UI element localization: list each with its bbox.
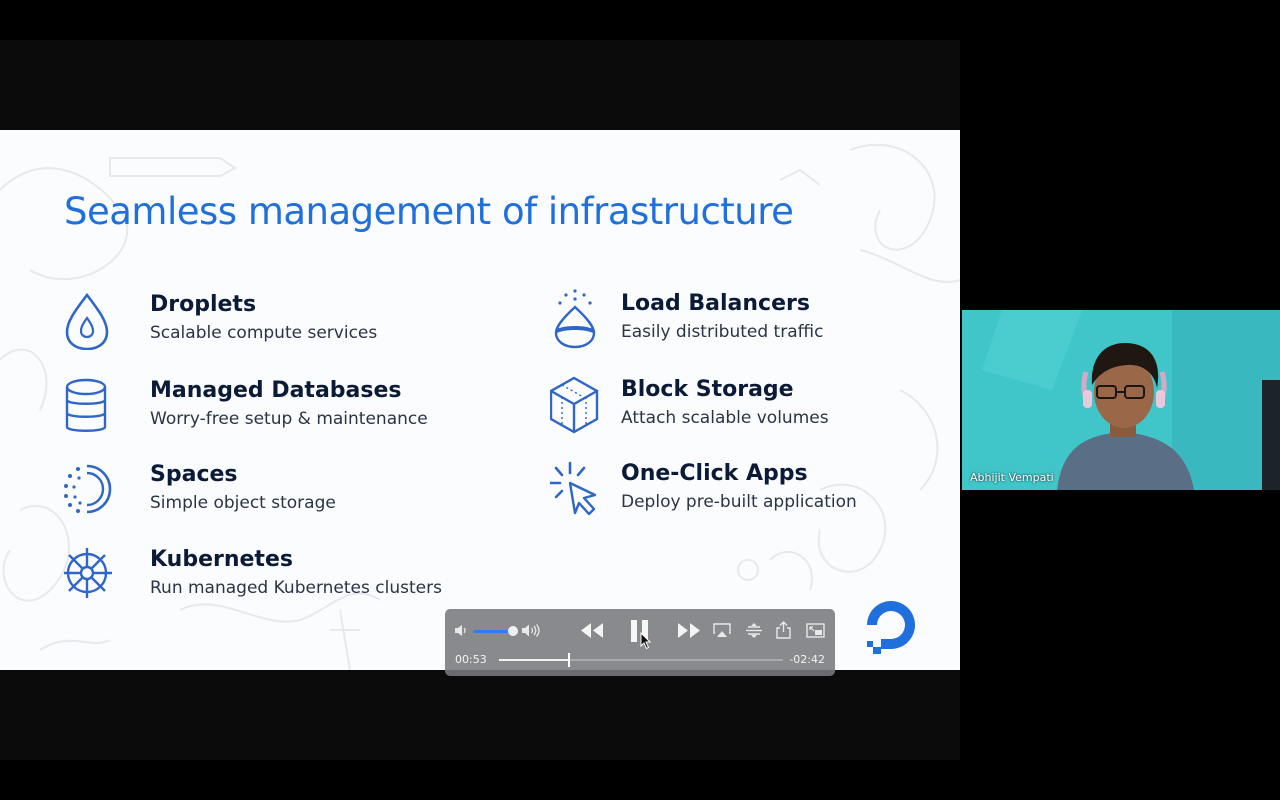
presentation-slide: Seamless management of infrastructure Dr… <box>0 130 960 670</box>
feature-description: Deploy pre-built application <box>621 492 857 512</box>
feature-name: Spaces <box>150 462 238 487</box>
resize-icon[interactable] <box>745 623 763 638</box>
volume-knob[interactable] <box>508 626 518 636</box>
feature-load-balancers: Load Balancers Easily distributed traffi… <box>550 289 930 351</box>
feature-spaces: Spaces Simple object storage <box>64 460 444 522</box>
spaces-icon <box>64 464 112 514</box>
feature-description: Worry-free setup & maintenance <box>150 409 428 429</box>
feature-description: Easily distributed traffic <box>621 322 824 342</box>
slide-title: Seamless management of infrastructure <box>64 190 794 233</box>
seek-progress <box>499 659 569 661</box>
picture-in-picture-icon[interactable] <box>806 623 825 638</box>
elapsed-time: 00:53 <box>455 653 487 666</box>
airplay-icon[interactable] <box>713 623 731 638</box>
feature-one-click-apps: One-Click Apps Deploy pre-built applicat… <box>550 459 930 521</box>
participant-name: Abhijit Vempati <box>970 471 1054 484</box>
rewind-icon[interactable] <box>580 622 604 639</box>
feature-name: Droplets <box>150 292 257 317</box>
feature-name: Block Storage <box>621 377 794 402</box>
fast-forward-icon[interactable] <box>677 622 701 639</box>
block-storage-icon <box>550 376 599 434</box>
feature-name: One-Click Apps <box>621 461 808 486</box>
feature-name: Kubernetes <box>150 547 293 572</box>
load-balancer-icon <box>554 289 596 349</box>
digitalocean-logo <box>867 601 915 654</box>
feature-name: Managed Databases <box>150 378 402 403</box>
feature-kubernetes: Kubernetes Run managed Kubernetes cluste… <box>64 545 444 607</box>
remaining-time: -02:42 <box>789 653 825 666</box>
feature-description: Simple object storage <box>150 493 336 513</box>
volume-slider[interactable] <box>473 626 518 636</box>
one-click-icon <box>550 461 597 516</box>
volume-high-icon[interactable] <box>521 623 541 638</box>
database-icon <box>65 378 107 432</box>
feature-droplets: Droplets Scalable compute services <box>64 290 444 352</box>
feature-block-storage: Block Storage Attach scalable volumes <box>550 375 930 437</box>
feature-managed-databases: Managed Databases Worry-free setup & mai… <box>64 376 444 438</box>
droplet-icon <box>65 292 109 350</box>
volume-low-icon[interactable] <box>454 624 468 637</box>
feature-description: Run managed Kubernetes clusters <box>150 578 442 598</box>
share-icon[interactable] <box>776 621 791 639</box>
seek-knob[interactable] <box>567 653 570 667</box>
feature-name: Load Balancers <box>621 291 810 316</box>
webcam-tile[interactable]: Abhijit Vempati <box>962 310 1280 490</box>
participant-video <box>962 310 1280 490</box>
mouse-cursor-icon <box>640 632 652 650</box>
feature-description: Attach scalable volumes <box>621 408 829 428</box>
volume-level <box>473 630 513 633</box>
feature-description: Scalable compute services <box>150 323 378 343</box>
kubernetes-icon <box>64 548 112 598</box>
seek-bar[interactable] <box>499 653 783 667</box>
